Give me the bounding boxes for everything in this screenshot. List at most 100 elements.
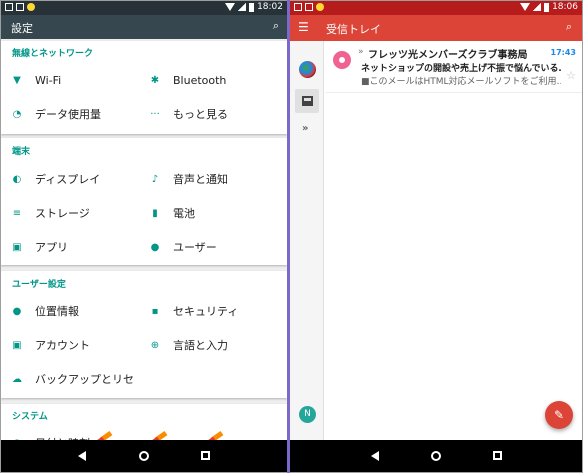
item-label: Wi-Fi (35, 73, 62, 87)
emoji-icon (27, 3, 35, 11)
settings-item-backup[interactable]: ☁ バックアップとリセ (5, 362, 141, 396)
settings-item-users[interactable]: ● ユーザー (143, 230, 283, 264)
clock-time: 18:02 (257, 2, 283, 12)
data-usage-icon: ◔ (12, 108, 22, 120)
back-icon[interactable] (78, 451, 86, 461)
settings-item-apps[interactable]: ▣ アプリ (5, 230, 135, 264)
emoji-icon (316, 3, 324, 11)
settings-item-wifi[interactable]: ▼ Wi-Fi (5, 63, 135, 97)
compose-button[interactable]: ✎ (545, 401, 573, 429)
gmail-screen: 18:06 ☰ 受信トレイ ⌕ » N » フレッツ光メンバーズクラブ事務局 1… (290, 1, 582, 472)
page-title: 受信トレイ (326, 23, 381, 36)
bell-icon: ♪ (151, 173, 159, 185)
battery-icon: ▮ (152, 207, 158, 219)
recents-icon[interactable] (493, 451, 502, 460)
account-rail: » N (290, 41, 324, 440)
message-time: 17:43 (550, 48, 576, 57)
importance-marker-icon: » (358, 47, 364, 57)
section-header: 無線とネットワーク (12, 49, 94, 59)
gmail-toolbar: ☰ 受信トレイ ⌕ (290, 15, 582, 41)
settings-item-accounts[interactable]: ▣ アカウント (5, 328, 135, 362)
image-icon (16, 3, 24, 11)
menu-icon[interactable]: ☰ (298, 20, 309, 34)
battery-status-icon (544, 2, 550, 12)
settings-item-language[interactable]: ⊕ 言語と入力 (143, 328, 283, 362)
item-label: Bluetooth (173, 73, 227, 87)
user-icon: ● (150, 241, 160, 253)
section-wireless: 無線とネットワーク ▼ Wi-Fi ✱ Bluetooth ◔ データ使用量 ·… (1, 41, 287, 134)
image-icon (305, 3, 313, 11)
account-avatar[interactable] (299, 61, 316, 78)
signal-icon (533, 3, 542, 11)
message-subject: ネットショップの開設や売上げ不振で悩んでいる… (361, 64, 561, 74)
section-header: ユーザー設定 (12, 280, 66, 290)
account-switch-avatar[interactable]: N (299, 406, 316, 423)
message-row[interactable]: » フレッツ光メンバーズクラブ事務局 17:43 ネットショップの開設や売上げ不… (325, 41, 582, 93)
wifi-status-icon (225, 3, 236, 11)
back-icon[interactable] (371, 451, 379, 461)
section-header: 端末 (12, 147, 31, 157)
page-title: 設定 (11, 22, 33, 35)
item-label: アカウント (35, 339, 90, 352)
display-icon: ◐ (12, 173, 22, 185)
pencil-icon: ✎ (553, 408, 565, 422)
item-label: データ使用量 (35, 108, 101, 121)
settings-item-data-usage[interactable]: ◔ データ使用量 (5, 97, 135, 131)
section-system: システム ◷ 日付と時刻 (1, 404, 287, 450)
wifi-icon: ▼ (13, 74, 21, 86)
account-icon: ▣ (12, 339, 22, 351)
cloud-upload-icon: ☁ (12, 373, 22, 385)
search-icon[interactable]: ⌕ (273, 19, 279, 33)
storage-icon: ≡ (12, 207, 22, 219)
wifi-status-icon (520, 3, 531, 11)
section-device: 端末 ◐ ディスプレイ ♪ 音声と通知 ≡ ストレージ ▮ 電池 ▣ アプリ ●… (1, 138, 287, 265)
settings-screen: 18:02 設定 ⌕ 無線とネットワーク ▼ Wi-Fi ✱ Bluetooth… (1, 1, 287, 472)
section-personal: ユーザー設定 ● 位置情報 ▪ セキュリティ ▣ アカウント ⊕ 言語と入力 ☁… (1, 271, 287, 398)
message-snippet: ■このメールはHTML対応メールソフトをご利用… (361, 77, 561, 87)
inbox-icon[interactable] (295, 89, 319, 113)
settings-item-battery[interactable]: ▮ 電池 (143, 196, 283, 230)
settings-item-more[interactable]: ··· もっと見る (143, 97, 283, 131)
recents-icon[interactable] (201, 451, 210, 460)
item-label: 言語と入力 (173, 339, 228, 352)
notification-icon (294, 3, 302, 11)
android-icon: ▣ (12, 241, 22, 253)
settings-item-display[interactable]: ◐ ディスプレイ (5, 162, 135, 196)
more-icon: ··· (150, 108, 160, 120)
item-label: ディスプレイ (35, 173, 101, 186)
location-icon: ● (12, 305, 22, 317)
lock-icon: ▪ (151, 305, 159, 317)
navigation-bar (290, 440, 582, 472)
globe-icon: ⊕ (150, 339, 160, 351)
settings-item-location[interactable]: ● 位置情報 (5, 294, 135, 328)
search-icon[interactable]: ⌕ (566, 20, 572, 34)
section-header: システム (12, 412, 48, 422)
battery-status-icon (249, 2, 255, 12)
settings-item-bluetooth[interactable]: ✱ Bluetooth (143, 63, 283, 97)
item-label: もっと見る (173, 108, 228, 121)
settings-item-security[interactable]: ▪ セキュリティ (143, 294, 283, 328)
settings-item-storage[interactable]: ≡ ストレージ (5, 196, 135, 230)
navigation-bar (1, 440, 287, 472)
item-label: アプリ (35, 241, 68, 254)
home-icon[interactable] (431, 451, 441, 461)
item-label: 音声と通知 (173, 173, 228, 186)
bluetooth-icon: ✱ (150, 74, 160, 86)
item-label: ユーザー (173, 241, 217, 254)
star-icon[interactable]: ☆ (566, 69, 576, 82)
message-sender: フレッツ光メンバーズクラブ事務局 (368, 50, 528, 61)
home-icon[interactable] (139, 451, 149, 461)
item-label: 電池 (173, 207, 195, 220)
clock-time: 18:06 (552, 2, 578, 12)
item-label: 位置情報 (35, 305, 79, 318)
item-label: ストレージ (35, 207, 90, 220)
item-label: セキュリティ (173, 305, 239, 318)
sender-avatar[interactable] (333, 51, 351, 69)
signal-icon (238, 3, 247, 11)
item-label: バックアップとリセ (35, 373, 134, 386)
settings-toolbar: 設定 ⌕ (1, 15, 287, 39)
settings-item-sound[interactable]: ♪ 音声と通知 (143, 162, 283, 196)
notification-icon (5, 3, 13, 11)
status-bar: 18:02 (1, 1, 287, 15)
important-icon[interactable]: » (302, 123, 308, 134)
